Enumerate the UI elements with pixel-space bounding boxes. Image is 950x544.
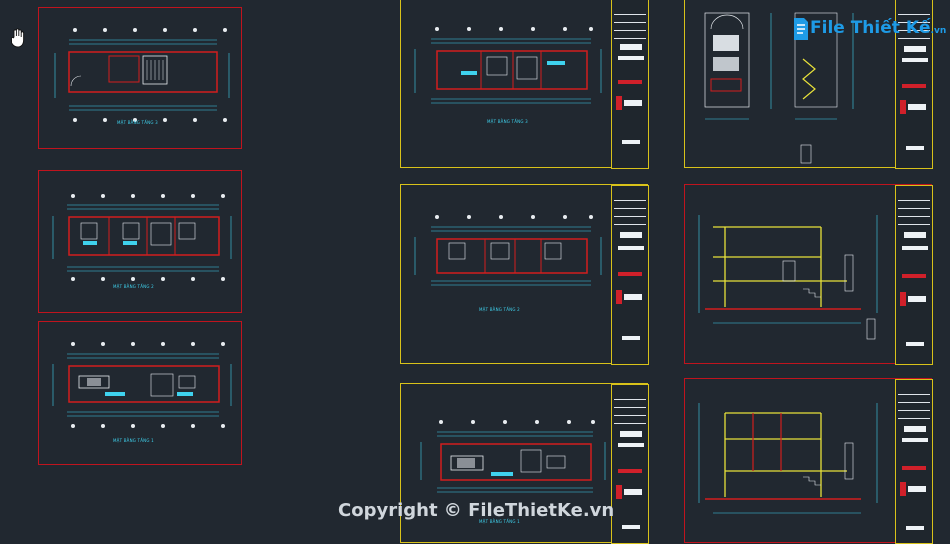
logo-text: File Thiết Kế.vn bbox=[810, 18, 947, 38]
section-drawing-b bbox=[698, 403, 878, 514]
copyright-watermark: Copyright © FileThietKe.vn bbox=[338, 500, 615, 521]
floor-plan-2-drawing bbox=[52, 194, 232, 281]
floor-plan-1-drawing bbox=[52, 342, 232, 428]
sheet-caption: MẶT BẰNG TẦNG 2 bbox=[479, 307, 520, 312]
floor-plan-3-drawing bbox=[54, 28, 230, 122]
sheet-caption: MẶT BẰNG TẦNG 3 bbox=[487, 119, 528, 124]
sheet-right-2[interactable] bbox=[684, 184, 933, 365]
floor-plan-2-drawing bbox=[414, 215, 602, 286]
sheet-mid-2[interactable]: MẶT BẰNG TẦNG 2 bbox=[400, 184, 649, 365]
logo-mark-icon bbox=[794, 18, 808, 40]
title-block bbox=[611, 185, 649, 365]
sheet-caption: MẶT BẰNG TẦNG 1 bbox=[113, 438, 154, 443]
sheet-caption: MẶT BẰNG TẦNG 2 bbox=[113, 284, 154, 289]
sheet-left-3[interactable]: MẶT BẰNG TẦNG 1 bbox=[38, 321, 242, 465]
sheet-left-2[interactable]: MẶT BẰNG TẦNG 2 bbox=[38, 170, 242, 313]
sheet-right-3[interactable] bbox=[684, 378, 933, 544]
title-block bbox=[895, 185, 933, 365]
hand-pan-icon bbox=[11, 28, 25, 48]
sheet-mid-1[interactable]: MẶT BẰNG TẦNG 3 bbox=[400, 0, 649, 169]
sheet-left-1[interactable]: MẶT BẰNG TẦNG 3 bbox=[38, 7, 242, 149]
title-block bbox=[611, 0, 649, 169]
title-block bbox=[895, 379, 933, 544]
sheet-caption: MẶT BẰNG TẦNG 3 bbox=[117, 120, 158, 125]
filethietke-logo: File Thiết Kế.vn bbox=[792, 12, 946, 46]
floor-plan-3-drawing bbox=[414, 27, 602, 104]
title-block bbox=[611, 384, 649, 544]
section-drawing-a bbox=[698, 215, 878, 340]
